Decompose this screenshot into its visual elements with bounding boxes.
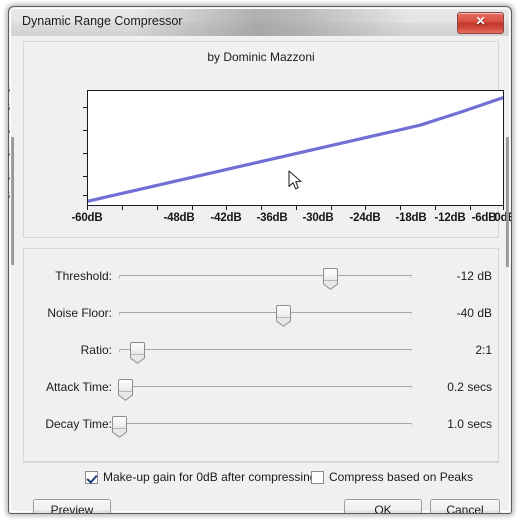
x-axis-tick xyxy=(331,206,332,210)
checkbox-makeup-gain-label: Make-up gain for 0dB after compressing xyxy=(103,470,317,484)
window-right-edge xyxy=(506,137,509,267)
slider-value: 1.0 secs xyxy=(447,417,492,431)
slider-value: -40 dB xyxy=(456,306,492,320)
slider-thumb[interactable] xyxy=(276,305,292,327)
y-axis-label-4: -48dB xyxy=(9,172,10,184)
slider-thumb[interactable] xyxy=(322,268,338,290)
slider-value: 2:1 xyxy=(475,343,492,357)
checkbox-makeup-gain[interactable]: Make-up gain for 0dB after compressing xyxy=(85,470,316,484)
slider-control[interactable] xyxy=(117,374,412,402)
x-axis-label-4: -30dB xyxy=(302,212,334,224)
x-axis-tick xyxy=(87,206,88,210)
slider-thumb-tip xyxy=(117,391,133,401)
slider-control[interactable] xyxy=(119,300,412,328)
graph-panel: by Dominic Mazzoni 0dB -12dB -24dB -36dB… xyxy=(9,41,511,238)
x-axis-label-1: -48dB xyxy=(163,212,195,224)
x-axis-tick xyxy=(192,206,193,210)
x-axis-tick xyxy=(503,206,504,210)
dialog-client-area: by Dominic Mazzoni 0dB -12dB -24dB -36dB… xyxy=(9,36,511,513)
slider-thumb-tip xyxy=(322,280,338,290)
options-panel: Make-up gain for 0dB after compressing C… xyxy=(23,462,499,494)
x-axis-tick xyxy=(122,206,123,210)
x-axis-label-0: -60dB xyxy=(71,212,103,224)
y-axis-label-2: -24dB xyxy=(9,125,10,137)
checkbox-compress-peaks-label: Compress based on Peaks xyxy=(329,470,474,484)
x-axis-label-2: -42dB xyxy=(210,212,242,224)
x-axis-tick xyxy=(435,206,436,210)
slider-thumb-tip xyxy=(112,428,127,438)
x-axis-label-6: -18dB xyxy=(395,212,427,224)
close-button[interactable]: ✕ xyxy=(457,12,504,34)
window-left-edge xyxy=(11,137,14,265)
x-axis-tick xyxy=(365,206,366,210)
x-axis-tick xyxy=(400,206,401,210)
dialog-window-inner: Dynamic Range Compressor ✕ by Dominic Ma… xyxy=(9,8,511,513)
y-axis-label-5: -60dB xyxy=(9,190,10,202)
slider-control[interactable] xyxy=(112,411,412,439)
parameters-panel: Threshold: -12 dB Noise Floor: -40 dB Ratio:… xyxy=(23,248,499,462)
checkbox-compress-peaks-box[interactable] xyxy=(311,470,324,484)
close-icon: ✕ xyxy=(475,14,486,28)
slider-control[interactable] xyxy=(119,263,412,291)
cancel-button[interactable]: Cancel xyxy=(430,499,500,513)
slider-label: Decay Time: xyxy=(45,417,112,431)
slider-thumb[interactable] xyxy=(129,342,145,364)
x-axis-tick xyxy=(157,206,158,210)
curve-svg xyxy=(88,96,503,203)
author-byline: by Dominic Mazzoni xyxy=(207,50,315,64)
window-title: Dynamic Range Compressor xyxy=(22,14,183,28)
y-axis-label-1: -12dB xyxy=(9,102,10,114)
slider-label: Attack Time: xyxy=(45,380,112,394)
slider-thumb-tip xyxy=(129,354,145,364)
slider-label: Noise Floor: xyxy=(47,306,112,320)
x-axis-tick xyxy=(470,206,471,210)
slider-row-threshold: Threshold: -12 dB xyxy=(24,263,498,291)
compression-curve xyxy=(88,96,503,203)
x-axis-label-3: -36dB xyxy=(256,212,288,224)
slider-thumb[interactable] xyxy=(112,416,127,438)
slider-value: -12 dB xyxy=(456,269,492,283)
slider-row-decaytime: Decay Time: 1.0 secs xyxy=(24,411,498,439)
slider-thumb-tip xyxy=(276,317,292,327)
slider-track[interactable] xyxy=(119,349,412,353)
slider-thumb[interactable] xyxy=(117,379,133,401)
x-axis-tick xyxy=(226,206,227,210)
y-axis-label-0: 0dB xyxy=(9,84,10,96)
ok-button[interactable]: OK xyxy=(344,499,422,513)
x-axis-tick xyxy=(296,206,297,210)
slider-track[interactable] xyxy=(119,275,412,279)
slider-row-ratio: Ratio: 2:1 xyxy=(24,337,498,365)
slider-track[interactable] xyxy=(119,423,412,427)
preview-button[interactable]: Preview xyxy=(33,499,111,513)
compression-curve-plot[interactable] xyxy=(87,90,504,206)
x-axis-tick xyxy=(261,206,262,210)
slider-control[interactable] xyxy=(119,337,412,365)
checkbox-makeup-gain-box[interactable] xyxy=(85,470,98,484)
dialog-window: Dynamic Range Compressor ✕ by Dominic Ma… xyxy=(8,6,512,514)
slider-value: 0.2 secs xyxy=(447,380,492,394)
checkbox-compress-peaks[interactable]: Compress based on Peaks xyxy=(311,470,473,484)
slider-track[interactable] xyxy=(119,386,412,390)
slider-row-attacktime: Attack Time: 0.2 secs xyxy=(24,374,498,402)
slider-label: Ratio: xyxy=(80,343,112,357)
slider-track[interactable] xyxy=(119,312,412,316)
slider-label: Threshold: xyxy=(55,269,112,283)
y-axis-label-3: -36dB xyxy=(9,148,10,160)
slider-row-noisefloor: Noise Floor: -40 dB xyxy=(24,300,498,328)
title-bar[interactable]: Dynamic Range Compressor ✕ xyxy=(11,9,509,36)
x-axis-label-5: -24dB xyxy=(349,212,381,224)
